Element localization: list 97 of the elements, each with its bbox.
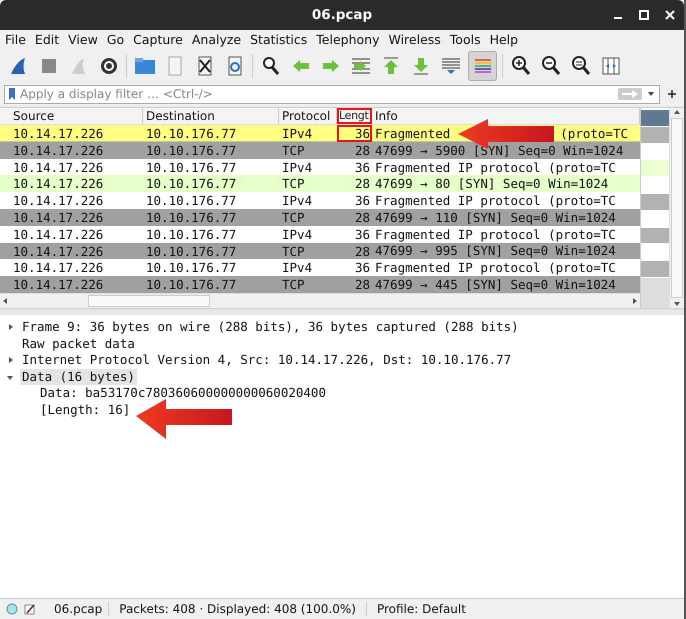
table-cell-text: 10.14.17.226 — [12, 242, 104, 260]
filter-input[interactable]: Apply a display filter … <Ctrl-/> — [20, 87, 614, 101]
table-cell-text: 10.14.17.226 — [12, 259, 104, 276]
table-cell: Fragmented IP protocol (proto=TC — [375, 158, 616, 176]
table-cell-text: 36 — [354, 259, 371, 276]
table-cell-text: 28 — [354, 276, 371, 293]
packet-row[interactable]: 10.14.17.226 10.10.176.77 TCP 28 47699 → 995 [SYN] Seq=0 Win=1024 — [0, 242, 640, 260]
table-cell: Fragmented IP protocol (proto=TC — [375, 259, 616, 276]
table-cell-text: 10.14.17.226 — [12, 158, 104, 176]
table-cell-text: 10.14.17.226 — [12, 208, 104, 226]
table-cell: Fragmented IP protocol (proto=TC — [375, 192, 616, 210]
table-cell-text: 28 — [354, 242, 371, 260]
window-title: 06.pcap — [312, 7, 372, 23]
table-cell-text: 28 — [354, 142, 371, 159]
menu-item[interactable]: Telephony — [316, 32, 380, 46]
close-icon[interactable] — [664, 9, 676, 21]
expand-arrow-icon[interactable] — [6, 322, 14, 332]
table-cell: Fragmented IP protocol (proto=TC — [375, 226, 616, 243]
vertical-scrollbar[interactable] — [669, 108, 684, 308]
table-cell-text: IPv4 — [281, 226, 314, 243]
menu-item[interactable]: Analyze — [192, 32, 242, 46]
detail-line[interactable]: [Length: 16] — [38, 402, 132, 418]
table-cell-text: 10.14.17.226 — [12, 125, 104, 142]
table-cell-text: 10.10.176.77 — [145, 142, 238, 159]
detail-line[interactable]: Frame 9: 36 bytes on wire (288 bits), 36 bytes captured (288 bits) — [20, 319, 521, 336]
packet-minimap[interactable] — [640, 108, 669, 308]
packet-row[interactable]: 10.14.17.226 10.10.176.77 TCP 28 47699 → 110 [SYN] Seq=0 Win=1024 — [0, 208, 640, 226]
table-cell-text: 10.10.176.77 — [145, 192, 238, 209]
packet-row[interactable]: 10.14.17.226 10.10.176.77 IPv4 36 Fragmented IP protocol (proto=TC — [0, 158, 640, 176]
menu-item[interactable]: Help — [490, 32, 518, 46]
menu-item[interactable]: Edit — [34, 32, 60, 46]
status-file-name: 06.pcap — [54, 602, 102, 616]
menu-item[interactable]: View — [68, 32, 98, 46]
bookmark-icon[interactable] — [8, 87, 16, 101]
detail-line[interactable]: Raw packet data — [20, 336, 137, 352]
table-cell: Fragmented — [375, 124, 450, 142]
table-cell-text: 36 — [354, 158, 371, 176]
table-cell-text: 10.14.17.226 — [12, 142, 104, 159]
table-cell-text: 36 — [354, 226, 371, 243]
table-cell-text: TCP — [281, 276, 306, 293]
packet-count: Packets: 408 · Displayed: 408 (100.0%) — [118, 602, 357, 616]
table-cell: (proto=TC — [560, 124, 628, 142]
column-header[interactable]: Protocol — [279, 108, 337, 124]
table-cell-text: 10.10.176.77 — [145, 276, 238, 293]
table-cell-text: 10.14.17.226 — [12, 175, 104, 192]
packet-row[interactable]: 10.14.17.226 10.10.176.77 TCP 28 47699 → 445 [SYN] Seq=0 Win=1024 — [0, 276, 640, 293]
maximize-icon[interactable] — [638, 9, 650, 21]
table-cell-text: TCP — [281, 175, 306, 192]
table-cell-text: 10.10.176.77 — [145, 242, 238, 260]
horizontal-scrollbar[interactable] — [0, 293, 640, 308]
menu-item[interactable]: File — [5, 32, 26, 46]
table-cell-text: 28 — [354, 208, 371, 226]
edit-comment-icon[interactable] — [24, 603, 36, 615]
menu-item[interactable]: Go — [106, 32, 124, 46]
table-cell: 47699 → 995 [SYN] Seq=0 Win=1024 — [375, 242, 616, 260]
table-cell-text: 10.14.17.226 — [12, 192, 104, 209]
column-header[interactable]: Source — [0, 108, 143, 124]
profile-label[interactable]: Profile: Default — [372, 602, 476, 616]
status-circle-icon[interactable] — [6, 603, 18, 615]
display-filter-field[interactable]: Apply a display filter … <Ctrl-/> — [4, 84, 660, 104]
table-cell: 47699 → 110 [SYN] Seq=0 Win=1024 — [375, 208, 616, 226]
dropdown-caret-icon[interactable] — [646, 90, 656, 98]
detail-line[interactable]: Internet Protocol Version 4, Src: 10.14.17.226, Dst: 10.10.176.77 — [20, 352, 514, 368]
expand-arrow-icon[interactable] — [6, 355, 14, 366]
table-cell-text: 28 — [354, 175, 371, 192]
column-header[interactable]: Lengt — [337, 108, 372, 124]
table-cell-text: IPv4 — [281, 158, 314, 176]
table-cell-text: TCP — [281, 242, 306, 260]
scroll-up-icon[interactable] — [672, 108, 682, 116]
menu-item[interactable]: Statistics — [250, 32, 308, 46]
table-cell: 47699 → 445 [SYN] Seq=0 Win=1024 — [375, 276, 616, 294]
table-cell-text: 10.14.17.226 — [12, 276, 104, 293]
table-cell-text: IPv4 — [281, 125, 314, 142]
table-cell: 36 — [337, 125, 372, 142]
table-cell-text: 10.10.176.77 — [145, 226, 238, 243]
table-cell-text: TCP — [281, 142, 306, 159]
column-header[interactable]: Destination — [143, 108, 279, 124]
table-cell: 47699 → 80 [SYN] Seq=0 Win=1024 — [375, 175, 608, 192]
table-cell-text: TCP — [281, 208, 306, 226]
table-cell-text: 36 — [354, 192, 371, 209]
table-cell: 47699 → 5900 [SYN] Seq=0 Win=1024 — [375, 142, 624, 159]
table-cell-text: 10.10.176.77 — [145, 125, 238, 142]
menu-item[interactable]: Tools — [450, 32, 481, 46]
table-cell-text: 10.10.176.77 — [145, 175, 238, 192]
table-cell-text: IPv4 — [281, 259, 314, 276]
table-cell-text: 10.10.176.77 — [145, 158, 238, 176]
menu-item[interactable]: Capture — [133, 32, 183, 46]
packet-row[interactable]: 10.14.17.226 10.10.176.77 TCP 28 47699 → 5900 [SYN] Seq=0 Win=1024 — [0, 142, 640, 159]
table-cell-text: 10.10.176.77 — [145, 208, 238, 226]
table-cell-text: 10.10.176.77 — [145, 259, 238, 276]
packet-row[interactable]: 10.14.17.226 10.10.176.77 TCP 28 47699 → 80 [SYN] Seq=0 Win=1024 — [0, 175, 640, 192]
detail-line[interactable]: Data: ba53170c780360600000000060020400 — [38, 385, 328, 402]
menu-item[interactable]: Wireless — [388, 32, 441, 46]
table-cell-text: 10.14.17.226 — [12, 226, 104, 243]
colored-lines-icon[interactable] — [468, 51, 497, 81]
table-cell-text: IPv4 — [281, 192, 314, 209]
add-filter-icon[interactable] — [666, 88, 678, 100]
